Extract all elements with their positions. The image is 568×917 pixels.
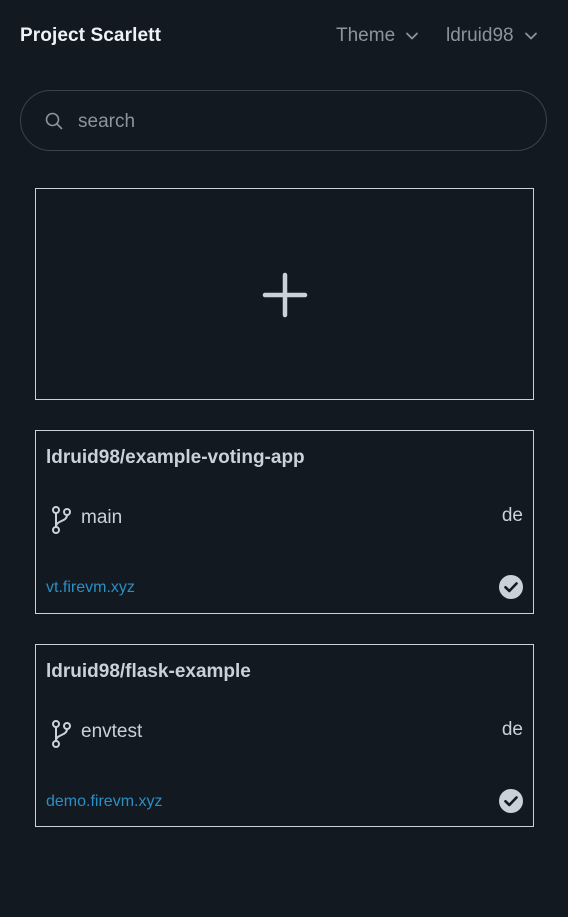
region-label: de xyxy=(501,719,523,740)
git-branch-icon xyxy=(52,720,71,748)
branch-name: main xyxy=(81,507,123,528)
theme-dropdown[interactable]: Theme xyxy=(336,25,419,47)
add-project-button[interactable] xyxy=(35,188,534,400)
repo-name[interactable]: ldruid98/example-voting-app xyxy=(46,447,305,469)
region-label: de xyxy=(501,505,523,526)
check-circle-icon xyxy=(499,789,523,813)
user-dropdown[interactable]: ldruid98 xyxy=(446,25,538,47)
git-branch-icon xyxy=(52,506,71,534)
repo-name[interactable]: ldruid98/flask-example xyxy=(46,661,251,683)
project-card[interactable]: ldruid98/flask-example envtest de demo.f… xyxy=(35,644,534,827)
plus-icon xyxy=(262,272,308,318)
chevron-down-icon xyxy=(524,32,537,40)
search-icon xyxy=(45,112,63,130)
user-dropdown-label: ldruid98 xyxy=(446,25,514,46)
deployment-link[interactable]: vt.firevm.xyz xyxy=(46,579,135,597)
search-box xyxy=(20,90,547,151)
deployment-link[interactable]: demo.firevm.xyz xyxy=(46,793,162,811)
project-card[interactable]: ldruid98/example-voting-app main de vt.f… xyxy=(35,430,534,614)
check-circle-icon xyxy=(499,575,523,599)
app-title: Project Scarlett xyxy=(20,25,161,46)
branch-name: envtest xyxy=(81,721,143,742)
theme-dropdown-label: Theme xyxy=(336,25,396,46)
search-input[interactable] xyxy=(76,105,520,139)
chevron-down-icon xyxy=(406,32,419,40)
header-bar: Project Scarlett Theme ldruid98 xyxy=(0,0,568,72)
